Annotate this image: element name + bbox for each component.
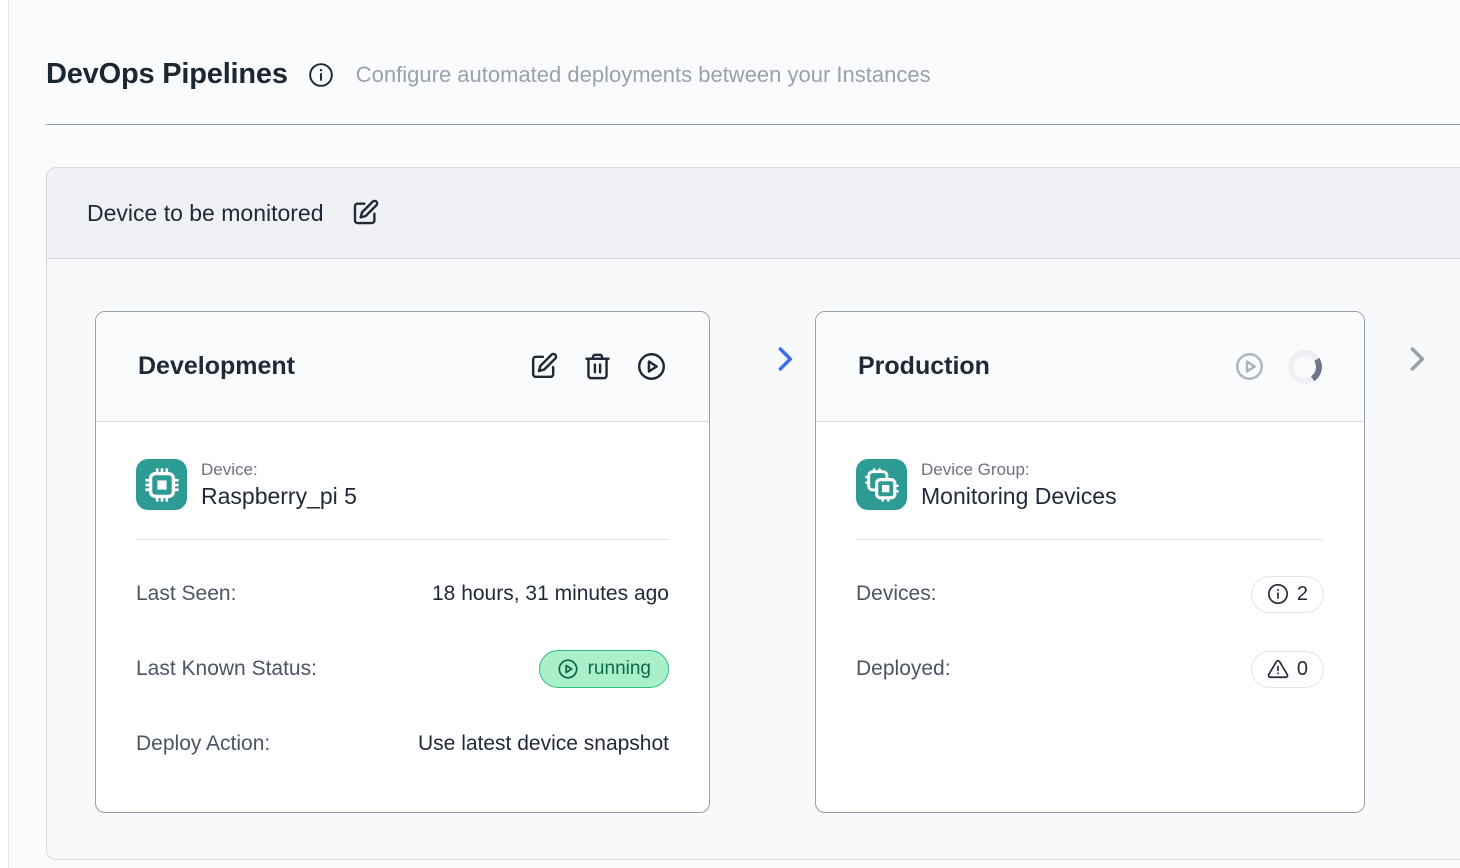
development-card-actions (528, 351, 667, 382)
page-header: DevOps Pipelines Configure automated dep… (9, 0, 1460, 91)
deployed-row: Deployed: 0 (856, 648, 1324, 690)
production-card-actions (1234, 350, 1322, 384)
devices-count: 2 (1297, 583, 1308, 606)
device-name: Raspberry_pi 5 (201, 483, 357, 510)
header-divider (46, 124, 1460, 125)
production-card-title: Production (858, 352, 990, 381)
last-seen-label: Last Seen: (136, 582, 236, 606)
development-instance-card: Development Device: Raspberr (95, 311, 710, 813)
device-group-label: Device Group: (921, 460, 1117, 480)
last-seen-row: Last Seen: 18 hours, 31 minutes ago (136, 573, 669, 615)
chevron-right-icon[interactable] (769, 343, 801, 375)
panel-header: Device to be monitored (47, 168, 1460, 259)
chevron-right-icon[interactable] (1401, 343, 1433, 375)
devices-row: Devices: 2 (856, 573, 1324, 615)
page-subtitle: Configure automated deployments between … (356, 62, 931, 88)
deployed-count-pill[interactable]: 0 (1251, 651, 1324, 688)
device-group-name: Monitoring Devices (921, 483, 1117, 510)
development-card-body: Device: Raspberry_pi 5 Last Seen: 18 hou… (96, 422, 709, 765)
deploy-action-value: Use latest device snapshot (418, 732, 669, 756)
page-title: DevOps Pipelines (46, 58, 288, 91)
chip-icon (136, 459, 187, 510)
device-meta: Device: Raspberry_pi 5 (201, 460, 357, 510)
production-card-header: Production (816, 312, 1364, 422)
info-icon[interactable] (308, 62, 334, 88)
devices-count-pill[interactable]: 2 (1251, 576, 1324, 613)
edit-icon[interactable] (528, 351, 559, 382)
card-divider (856, 539, 1324, 540)
devices-label: Devices: (856, 582, 937, 606)
deploy-action-row: Deploy Action: Use latest device snapsho… (136, 723, 669, 765)
last-known-status-row: Last Known Status: running (136, 648, 669, 690)
status-badge-label: running (588, 658, 651, 680)
card-divider (136, 539, 669, 540)
last-known-status-label: Last Known Status: (136, 657, 317, 681)
chip-group-icon (856, 459, 907, 510)
trash-icon[interactable] (582, 351, 613, 382)
deploy-action-label: Deploy Action: (136, 732, 270, 756)
panel-title: Device to be monitored (87, 200, 324, 227)
pipeline-flow-area: Development Device: Raspberr (47, 259, 1460, 859)
warning-triangle-icon (1267, 658, 1289, 680)
play-circle-icon[interactable] (636, 351, 667, 382)
production-instance-card: Production Device Group: Monitoring Devi… (815, 311, 1365, 813)
last-seen-value: 18 hours, 31 minutes ago (432, 582, 669, 606)
device-label: Device: (201, 460, 357, 480)
deployed-count: 0 (1297, 658, 1308, 681)
status-badge: running (539, 650, 669, 688)
device-group-summary: Device Group: Monitoring Devices (856, 459, 1324, 510)
info-circle-icon (1267, 583, 1289, 605)
edit-icon[interactable] (350, 198, 380, 228)
production-card-body: Device Group: Monitoring Devices Devices… (816, 422, 1364, 690)
monitored-devices-panel: Device to be monitored Development (46, 167, 1460, 860)
development-card-header: Development (96, 312, 709, 422)
loading-spinner (1285, 346, 1325, 386)
deployed-label: Deployed: (856, 657, 951, 681)
development-card-title: Development (138, 352, 295, 381)
play-circle-icon[interactable] (1234, 351, 1265, 382)
device-summary: Device: Raspberry_pi 5 (136, 459, 669, 510)
play-circle-icon (557, 658, 579, 680)
device-group-meta: Device Group: Monitoring Devices (921, 460, 1117, 510)
main-content-area: DevOps Pipelines Configure automated dep… (8, 0, 1460, 868)
